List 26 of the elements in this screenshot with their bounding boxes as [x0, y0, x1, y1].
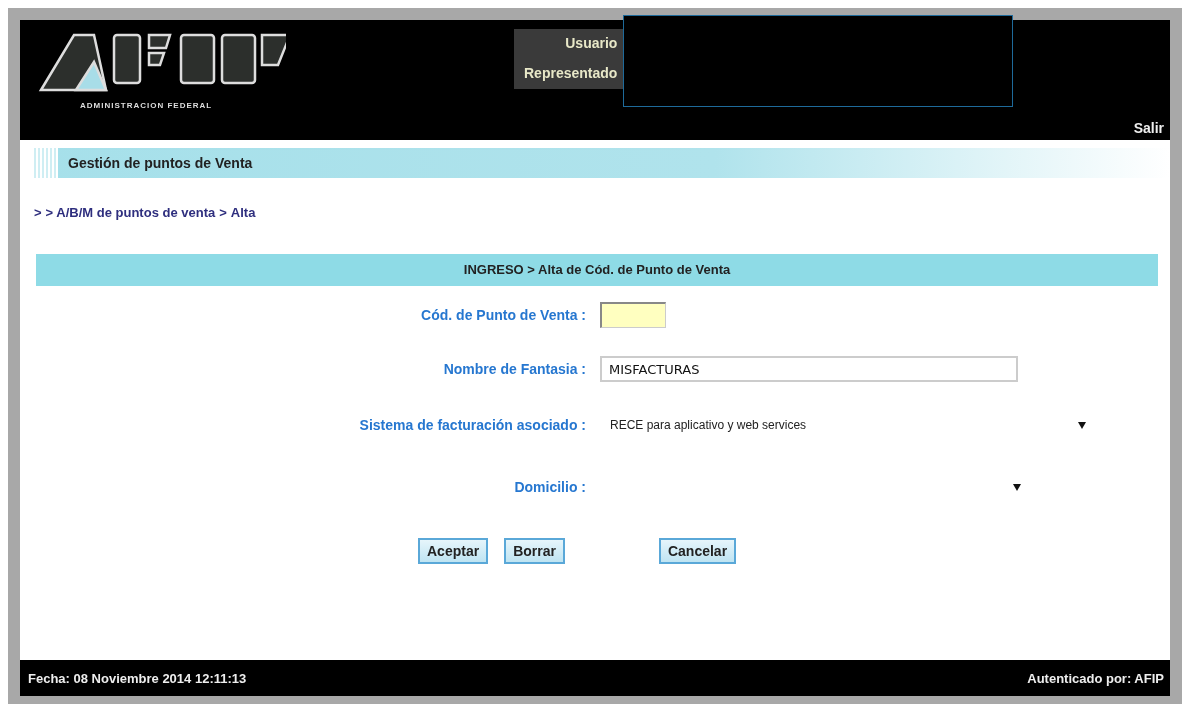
name-input-field[interactable]: MISFACTURAS [600, 356, 1018, 382]
code-input-field[interactable] [600, 302, 666, 328]
logo-caption: ADMINISTRACION FEDERAL [80, 101, 213, 110]
dropdown[interactable]: RECE para aplicativo y web services [600, 412, 1090, 438]
page-title: Gestión de puntos de Venta [67, 155, 253, 171]
breadcrumb-link[interactable]: > [34, 205, 42, 220]
form-button[interactable]: Aceptar [418, 538, 489, 564]
field-label: Sistema de facturación asociado : [358, 416, 587, 435]
dropdown-value: RECE para aplicativo y web services [609, 418, 807, 432]
user-label: Representado [524, 65, 618, 81]
logo-icon [36, 32, 286, 94]
breadcrumb-link[interactable]: > [219, 205, 227, 220]
field-label: Domicilio : [513, 478, 587, 497]
dropdown-arrow-icon [1078, 421, 1086, 429]
logout-link[interactable]: Salir [1133, 120, 1164, 136]
field-label: Nombre de Fantasia : [442, 360, 587, 379]
section-header: INGRESO > Alta de Cód. de Punto de Venta [36, 254, 1158, 286]
dropdown-arrow-icon [1013, 483, 1021, 491]
breadcrumb-separator: > A/B/M de puntos de venta [45, 205, 216, 220]
user-label: Usuario [565, 35, 618, 51]
field-label: Cód. de Punto de Venta : [420, 306, 587, 325]
date-text: Fecha: 08 Noviembre 2014 12:11:13 [28, 670, 247, 686]
auth-text: Autenticado por: AFIP [1027, 670, 1164, 686]
breadcrumb-separator: Alta [230, 205, 256, 220]
form-button[interactable]: Borrar [504, 538, 565, 564]
form-button[interactable]: Cancelar [658, 538, 737, 564]
